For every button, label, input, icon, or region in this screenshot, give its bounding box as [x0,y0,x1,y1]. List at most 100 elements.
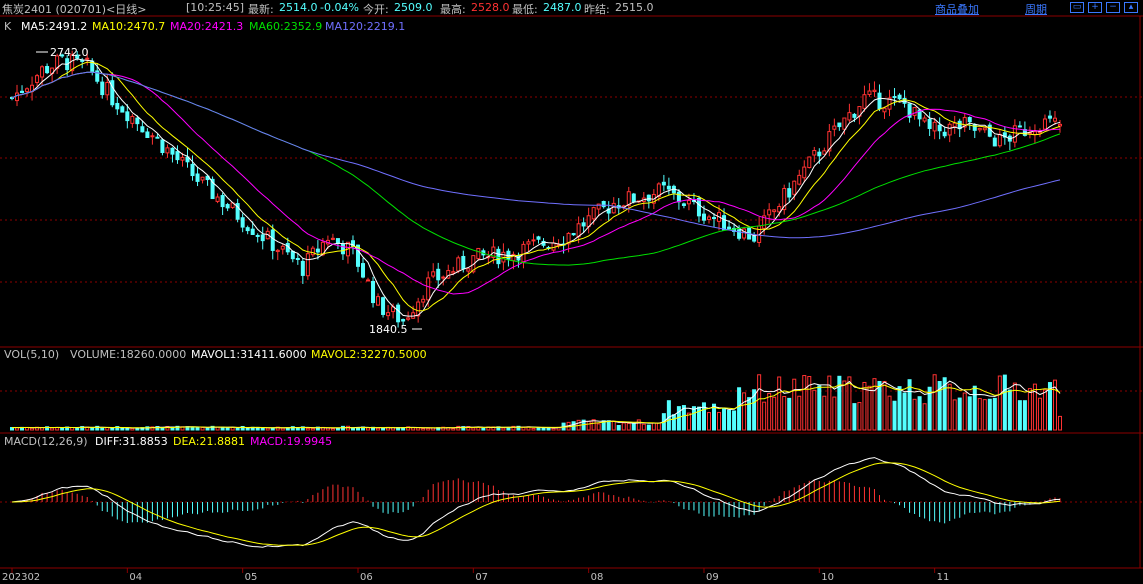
candle-body [767,209,772,216]
volume-bars [9,374,1063,431]
volume-bar [551,427,556,431]
volume-bar [235,427,240,431]
volume-bar [777,376,782,431]
low-annotation: 1840.5 [369,323,408,336]
candle-body [195,173,200,182]
candle-body [255,234,260,237]
candle-body [977,127,982,131]
volume-bar [932,374,937,431]
volume-bar [471,427,476,431]
candle-body [200,176,205,181]
volume-bar [75,427,80,431]
volume-bar [350,427,355,431]
volume-bar [802,375,807,431]
candle-body [712,217,717,220]
candle-body [912,107,917,116]
volume-bar [536,427,541,431]
x-tick-label: 06 [360,572,373,583]
volume-bar [160,427,165,431]
volume-bar [892,400,897,431]
diff-legend: DIFF:31.8853 [95,435,168,448]
candlestick-series [9,50,1063,328]
candle-body [376,296,381,306]
volume-bar [195,427,200,431]
dea-legend: DEA:21.8881 [173,435,245,448]
candle-body [777,206,782,213]
kline-chart[interactable]: 202302 04 05 06 07 08 09 10 11 K MA5:2491.2 MA10… [0,0,1143,584]
volume-bar [686,412,691,431]
x-tick-label: 11 [937,572,950,583]
candle-body [451,271,456,274]
candle-body [611,202,616,214]
candle-body [722,215,727,231]
volume-bar [451,428,456,431]
volume-bar [245,427,250,431]
volume-bar [857,402,862,431]
candle-body [215,196,220,202]
volume-bar [506,427,511,431]
candle-body [240,217,245,228]
volume-bar [852,403,857,431]
candle-body [842,117,847,130]
volume-bar [421,427,426,431]
volume-bar [541,427,546,431]
volume-bar [987,398,992,431]
volume-bar [797,395,802,431]
volume-bar [631,422,636,431]
x-tick-label: 07 [475,572,488,583]
candle-body [581,222,586,227]
volume-bar [1002,374,1007,431]
volume-bar [1057,415,1063,431]
volume-bar [732,410,737,431]
candle-body [456,257,461,272]
candle-body [360,263,366,278]
candle-body [992,137,997,147]
candle-body [576,223,581,238]
x-tick-label: 04 [129,572,142,583]
candle-body [947,123,952,136]
candle-body [125,111,130,122]
volume-bar [135,427,140,431]
volume-bar [967,396,972,431]
candle-body [335,238,340,244]
candle-body [421,298,426,303]
volume-bar [130,427,135,431]
candle-body [631,193,636,203]
candle-body [932,121,937,132]
candle-body [661,181,666,186]
volume-bar [762,401,767,431]
volume-bar [747,397,752,431]
volume-bar [822,395,827,431]
candle-body [646,194,651,202]
volume-bar [586,420,591,431]
volume-bar [1022,400,1027,431]
k-legend: K [4,20,12,33]
volume-bar [330,428,335,431]
candle-body [105,82,110,96]
candle-body [436,268,441,281]
candle-body [25,88,30,92]
volume-bar [100,427,105,431]
candle-body [706,216,712,220]
volume-bar [50,427,55,431]
ma5-legend: MA5:2491.2 [21,20,87,33]
volume-bar [345,425,350,431]
candle-body [476,247,481,260]
candle-body [366,279,371,282]
candle-body [837,122,842,128]
candle-body [115,102,120,110]
ma20-legend: MA20:2421.3 [170,20,243,33]
volume-bar [962,392,967,431]
candle-body [1042,118,1047,130]
candle-body [120,106,125,113]
candle-body [737,229,742,239]
candle-body [792,180,797,195]
volume-bar [310,427,315,431]
candle-body [165,147,170,154]
volume-bar [912,398,917,431]
candle-body [852,113,857,118]
candle-body [381,297,386,315]
candle-body [170,147,175,155]
volume-bar [952,399,957,431]
candle-body [496,248,501,265]
